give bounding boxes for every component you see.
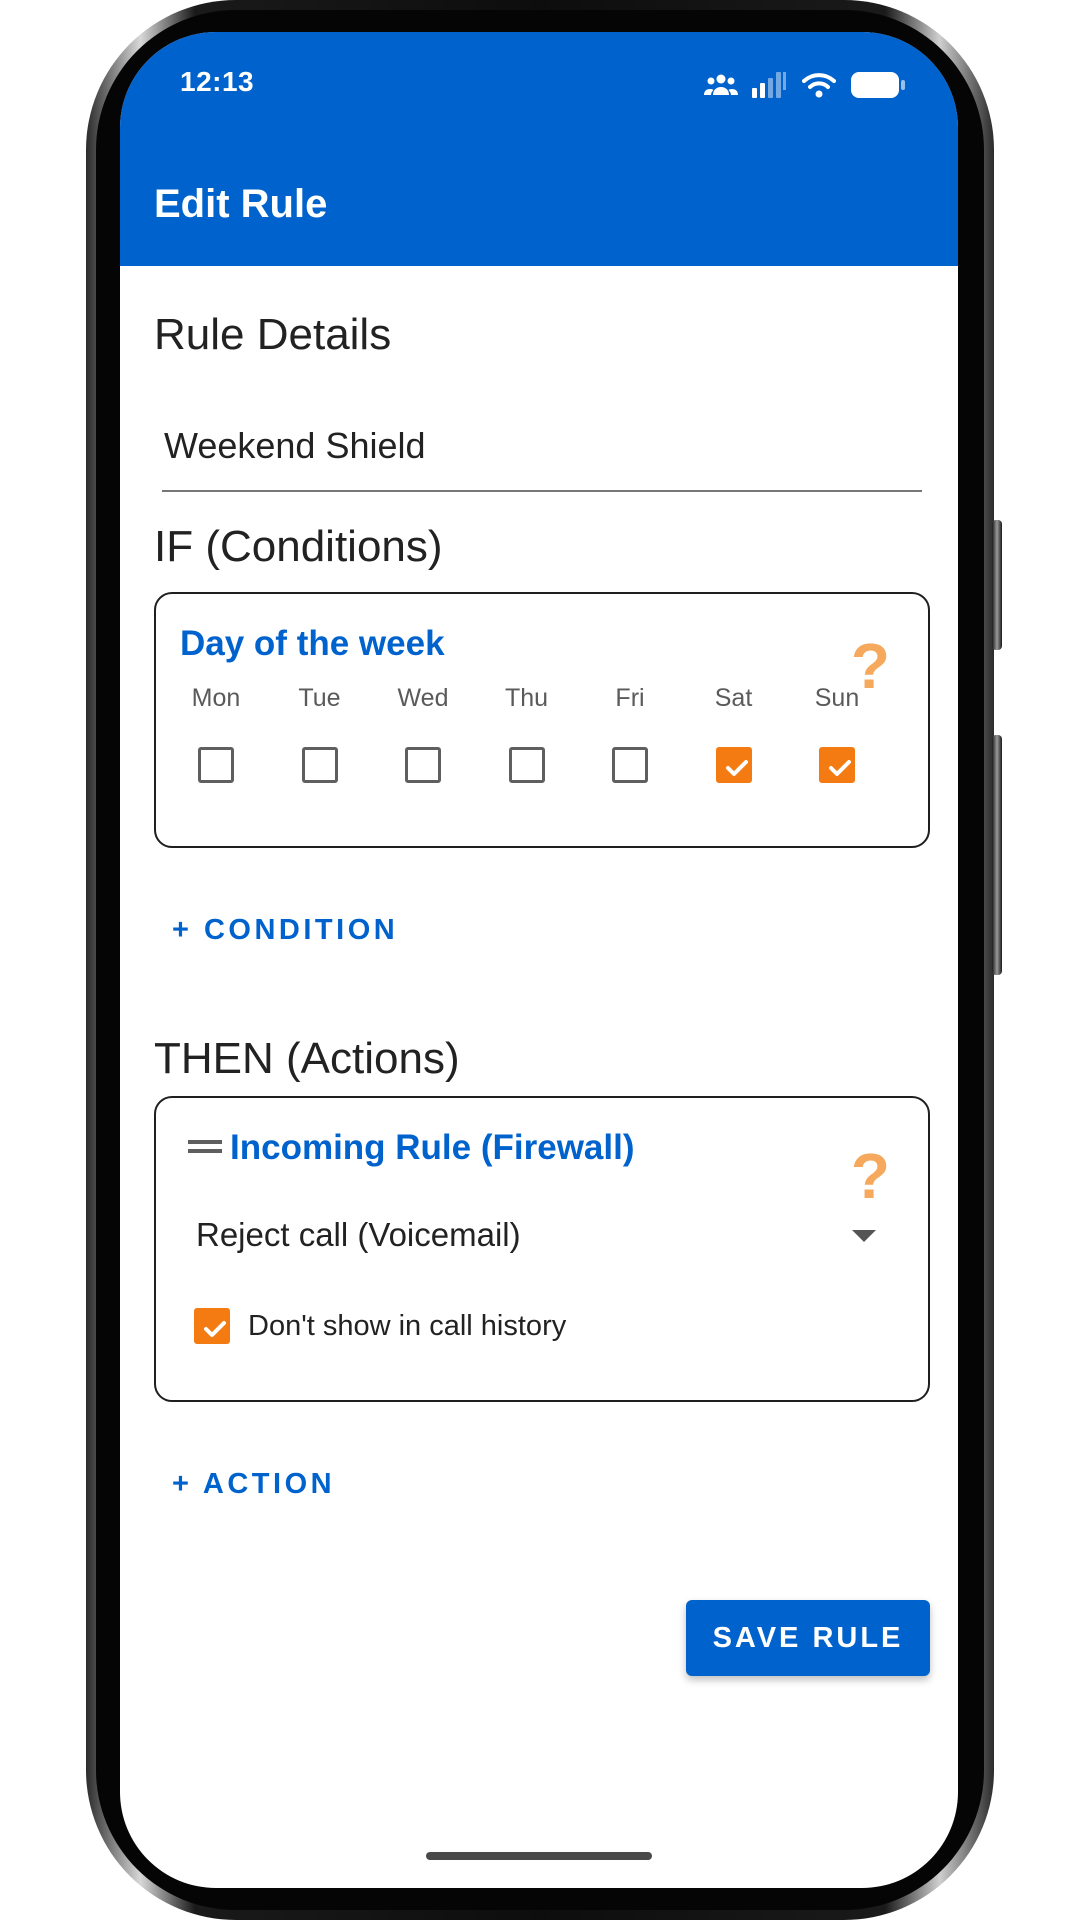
day-of-week-card: Day of the week ? Mon Tue Wed Thu Fri Sat Sun [154, 592, 930, 848]
hide-history-option: Don't show in call history [194, 1306, 566, 1346]
day-option-wed: Wed [373, 684, 473, 788]
battery-icon [851, 72, 905, 98]
day-label: Mon [191, 684, 241, 712]
day-label: Wed [397, 684, 449, 712]
day-checkbox-sat[interactable] [715, 747, 752, 783]
checkmark-icon [829, 760, 851, 776]
help-icon[interactable]: ? [851, 1144, 890, 1208]
home-indicator [426, 1852, 652, 1860]
day-label: Fri [615, 684, 645, 712]
action-select[interactable]: Reject call (Voicemail) [196, 1208, 876, 1268]
dropdown-arrow-icon [852, 1230, 876, 1242]
status-time: 12:13 [180, 66, 255, 97]
checkmark-icon [725, 760, 748, 776]
add-condition-button[interactable]: + CONDITION [172, 914, 398, 947]
day-option-sun: Sun [787, 684, 887, 788]
day-checkbox-mon[interactable] [198, 747, 234, 783]
status-icons [704, 68, 906, 102]
save-rule-button[interactable]: SAVE RULE [686, 1600, 930, 1676]
app-bar: 12:13 Edit Rule [120, 32, 958, 266]
app-screen: 12:13 Edit Rule Rule Details Weekend Shi… [120, 32, 958, 1888]
day-label: Sun [814, 684, 860, 712]
day-checkbox-thu[interactable] [508, 747, 545, 783]
hide-history-checkbox[interactable] [194, 1308, 230, 1344]
people-icon [704, 74, 738, 95]
day-option-mon: Mon [166, 684, 266, 788]
day-checkbox-wed[interactable] [405, 747, 441, 783]
day-checkbox-tue[interactable] [301, 747, 338, 783]
day-option-sat: Sat [684, 684, 784, 788]
day-label: Thu [504, 684, 549, 712]
wifi-icon [802, 73, 836, 98]
side-button-upper [992, 520, 1002, 650]
day-checkbox-sun[interactable] [819, 747, 855, 783]
rule-name-field[interactable] [162, 402, 922, 492]
day-option-fri: Fri [580, 684, 680, 788]
actions-heading: THEN (Actions) [154, 1034, 460, 1083]
side-button-lower [992, 735, 1002, 975]
action-select-value: Reject call (Voicemail) [196, 1216, 521, 1253]
checkmark-icon [204, 1321, 226, 1337]
drag-handle-icon[interactable] [188, 1140, 222, 1156]
rule-details-heading: Rule Details [154, 310, 392, 359]
day-checkbox-fri[interactable] [612, 747, 648, 783]
day-label: Tue [298, 684, 341, 712]
day-label: Sat [714, 684, 753, 712]
signal-icon [752, 72, 786, 98]
day-option-tue: Tue [270, 684, 370, 788]
incoming-rule-card: Incoming Rule (Firewall) ? Reject call (… [154, 1096, 930, 1402]
page-title: Edit Rule [154, 182, 328, 226]
day-option-thu: Thu [477, 684, 577, 788]
hide-history-label: Don't show in call history [248, 1309, 567, 1342]
add-action-button[interactable]: + ACTION [172, 1468, 335, 1501]
conditions-heading: IF (Conditions) [154, 522, 443, 571]
day-of-week-title: Day of the week [180, 624, 445, 663]
incoming-rule-title: Incoming Rule (Firewall) [230, 1128, 635, 1167]
